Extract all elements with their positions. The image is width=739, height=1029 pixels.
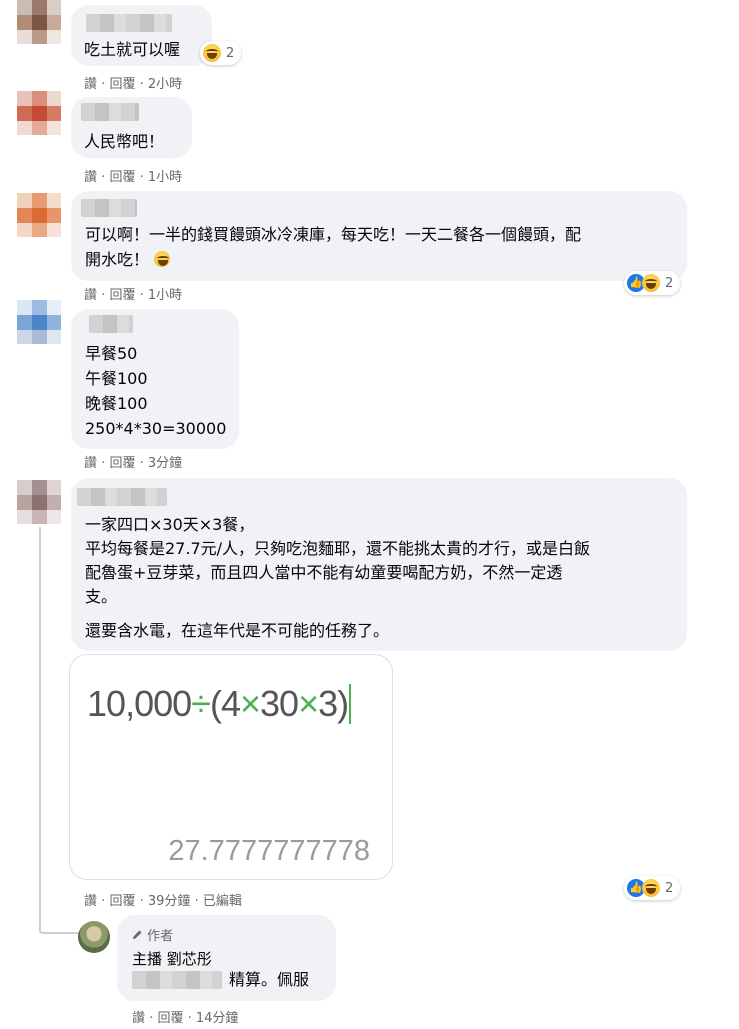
author-avatar[interactable] bbox=[78, 921, 110, 953]
comment-bubble: 早餐50 午餐100 晚餐100 250*4*30=30000 bbox=[71, 309, 239, 449]
commenter-name[interactable] bbox=[86, 14, 172, 32]
comment-bubble: 人民幣吧！ bbox=[71, 97, 192, 158]
comment-text-line: 還要含水電，在這年代是不可能的任務了。 bbox=[85, 621, 390, 640]
edited-label[interactable]: 已編輯 bbox=[203, 894, 242, 909]
reply-link[interactable]: 回覆 bbox=[109, 77, 135, 92]
comment-actions: 讚 · 回覆 · 3分鐘 bbox=[84, 456, 183, 471]
pencil-icon bbox=[132, 929, 143, 940]
comment-actions: 讚 · 回覆 · 39分鐘 · 已編輯 bbox=[84, 894, 242, 909]
avatar[interactable] bbox=[17, 91, 61, 135]
like-link[interactable]: 讚 bbox=[84, 77, 97, 92]
comment-text: 人民幣吧！ bbox=[84, 132, 165, 151]
like-link[interactable]: 讚 bbox=[84, 894, 97, 909]
timestamp[interactable]: 14分鐘 bbox=[196, 1011, 239, 1026]
tagged-name[interactable] bbox=[132, 971, 222, 989]
commenter-name[interactable] bbox=[81, 199, 137, 217]
haha-icon bbox=[203, 44, 221, 62]
timestamp[interactable]: 3分鐘 bbox=[148, 456, 182, 471]
like-link[interactable]: 讚 bbox=[84, 288, 97, 303]
thread-branch bbox=[39, 930, 79, 934]
commenter-name[interactable] bbox=[81, 103, 139, 121]
calculator-expression: 10,000÷(4×30×3) bbox=[87, 683, 352, 725]
comment-text-line: 晚餐100 bbox=[85, 394, 148, 413]
author-badge: 作者 bbox=[132, 925, 173, 944]
reply-bubble: 作者 主播 劉芯彤 精算。佩服 bbox=[117, 915, 336, 1001]
reply-text: 精算。佩服 bbox=[229, 970, 310, 989]
haha-icon bbox=[642, 879, 660, 897]
comment-actions: 讚 · 回覆 · 14分鐘 bbox=[132, 1011, 239, 1026]
avatar[interactable] bbox=[17, 0, 61, 44]
comment-text: 吃土就可以喔 bbox=[84, 40, 181, 59]
comment-actions: 讚 · 回覆 · 1小時 bbox=[84, 288, 183, 303]
comment-text-line: 早餐50 bbox=[85, 344, 138, 363]
reply-link[interactable]: 回覆 bbox=[109, 288, 135, 303]
calculator-screenshot[interactable]: 10,000÷(4×30×3) 27.7777777778 bbox=[69, 654, 393, 880]
reaction-badge[interactable]: 👍 2 bbox=[624, 271, 681, 295]
haha-icon bbox=[642, 274, 660, 292]
like-link[interactable]: 讚 bbox=[84, 456, 97, 471]
comment-bubble: 一家四口×30天×3餐， 平均每餐是27.7元/人，只夠吃泡麵耶，還不能挑太貴的… bbox=[71, 478, 687, 651]
text-cursor bbox=[349, 684, 352, 724]
reply-link[interactable]: 回覆 bbox=[109, 894, 135, 909]
comment-text-line: 午餐100 bbox=[85, 369, 148, 388]
commenter-name[interactable] bbox=[77, 488, 167, 506]
comment-actions: 讚 · 回覆 · 1小時 bbox=[84, 170, 183, 185]
comment-text-line: 支。 bbox=[85, 587, 118, 606]
comment-text-line: 配魯蛋+豆芽菜，而且四人當中不能有幼童要喝配方奶，不然一定透 bbox=[85, 563, 563, 582]
reaction-count: 2 bbox=[665, 880, 674, 896]
avatar[interactable] bbox=[17, 480, 61, 524]
reply-link[interactable]: 回覆 bbox=[109, 170, 135, 185]
comment-text-line: 可以啊！一半的錢買饅頭冰冷凍庫，每天吃！一天二餐各一個饅頭，配 bbox=[85, 225, 582, 244]
reply-link[interactable]: 回覆 bbox=[157, 1011, 183, 1026]
reaction-badge[interactable]: 👍 2 bbox=[624, 876, 681, 900]
like-link[interactable]: 讚 bbox=[84, 170, 97, 185]
comment-bubble: 可以啊！一半的錢買饅頭冰冷凍庫，每天吃！一天二餐各一個饅頭，配 開水吃！ bbox=[71, 191, 687, 281]
timestamp[interactable]: 2小時 bbox=[148, 77, 182, 92]
comment-text-line: 250*4*30=30000 bbox=[85, 419, 227, 438]
comment-text-line: 開水吃！ bbox=[85, 247, 171, 272]
reply-link[interactable]: 回覆 bbox=[109, 456, 135, 471]
timestamp[interactable]: 39分鐘 bbox=[148, 894, 191, 909]
calculator-expression-text: 10,000÷(4×30×3) bbox=[87, 683, 349, 724]
reaction-badge[interactable]: 2 bbox=[200, 41, 242, 65]
calculator-result: 27.7777777778 bbox=[168, 835, 370, 867]
comment-actions: 讚 · 回覆 · 2小時 bbox=[84, 77, 183, 92]
avatar[interactable] bbox=[17, 193, 61, 237]
comment-text-line: 一家四口×30天×3餐， bbox=[85, 515, 255, 534]
commenter-name[interactable] bbox=[89, 315, 133, 333]
like-link[interactable]: 讚 bbox=[132, 1011, 145, 1026]
comment-bubble: 吃土就可以喔 bbox=[71, 5, 212, 66]
reaction-count: 2 bbox=[665, 275, 674, 291]
avatar[interactable] bbox=[17, 300, 61, 344]
reply-author-name[interactable]: 主播 劉芯彤 bbox=[132, 948, 212, 969]
comment-text-line: 平均每餐是27.7元/人，只夠吃泡麵耶，還不能挑太貴的才行，或是白飯 bbox=[85, 539, 591, 558]
timestamp[interactable]: 1小時 bbox=[148, 170, 182, 185]
laughing-emoji-icon bbox=[154, 251, 171, 267]
timestamp[interactable]: 1小時 bbox=[148, 288, 182, 303]
thread-line bbox=[39, 527, 41, 932]
reaction-count: 2 bbox=[226, 45, 235, 61]
